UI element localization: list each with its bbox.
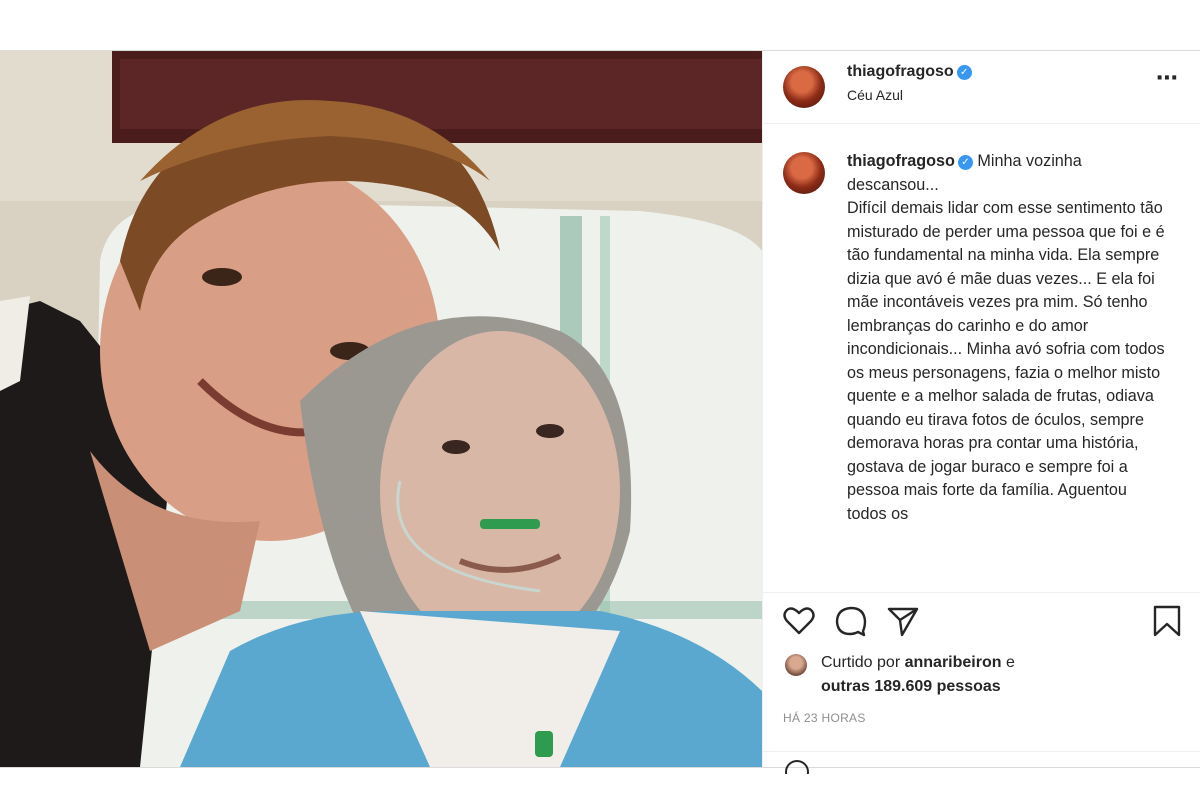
- photo-illustration: [0, 51, 762, 767]
- likes-text: Curtido por annaribeiron e outras 189.609…: [821, 651, 1181, 699]
- post-header: thiagofragoso ✓ Céu Azul ⋯: [763, 51, 1200, 124]
- caption-verified-badge-icon: ✓: [957, 155, 973, 170]
- author-avatar[interactable]: [783, 66, 825, 108]
- liker-username[interactable]: annaribeiron: [905, 654, 1002, 671]
- caption-author-avatar[interactable]: [783, 152, 825, 194]
- caption-text: Minha vozinha descansou... Difícil demai…: [847, 152, 1165, 523]
- share-icon[interactable]: [885, 603, 921, 639]
- post-location[interactable]: Céu Azul: [847, 87, 903, 103]
- caption-section: thiagofragoso ✓ Minha vozinha descansou..…: [763, 124, 1200, 592]
- likes-count[interactable]: outras 189.609 pessoas: [821, 678, 1001, 695]
- caption-username[interactable]: thiagofragoso: [847, 152, 955, 170]
- liked-by-connector: e: [1001, 654, 1015, 671]
- post-photo[interactable]: [0, 51, 762, 767]
- bookmark-icon[interactable]: [1149, 603, 1185, 639]
- post-timestamp[interactable]: HÁ 23 HORAS: [783, 711, 866, 725]
- author-username[interactable]: thiagofragoso: [847, 63, 954, 80]
- heart-icon[interactable]: [781, 603, 817, 639]
- instagram-post: thiagofragoso ✓ Céu Azul ⋯ thiagofragoso ✓…: [0, 50, 1200, 774]
- author-username-row: thiagofragoso ✓: [847, 63, 972, 81]
- actions-section: Curtido por annaribeiron e outras 189.609…: [763, 592, 1200, 774]
- liker-avatar[interactable]: [785, 654, 807, 676]
- verified-badge-icon: ✓: [956, 65, 972, 80]
- comment-icon[interactable]: [833, 603, 869, 639]
- post-panel: thiagofragoso ✓ Céu Azul ⋯ thiagofragoso ✓…: [762, 51, 1200, 774]
- caption: thiagofragoso ✓ Minha vozinha descansou..…: [847, 150, 1167, 526]
- add-comment-strip: [763, 751, 1200, 774]
- liked-by-prefix: Curtido por: [821, 654, 905, 671]
- emoji-icon[interactable]: [783, 758, 811, 774]
- more-options-icon[interactable]: ⋯: [1156, 65, 1179, 91]
